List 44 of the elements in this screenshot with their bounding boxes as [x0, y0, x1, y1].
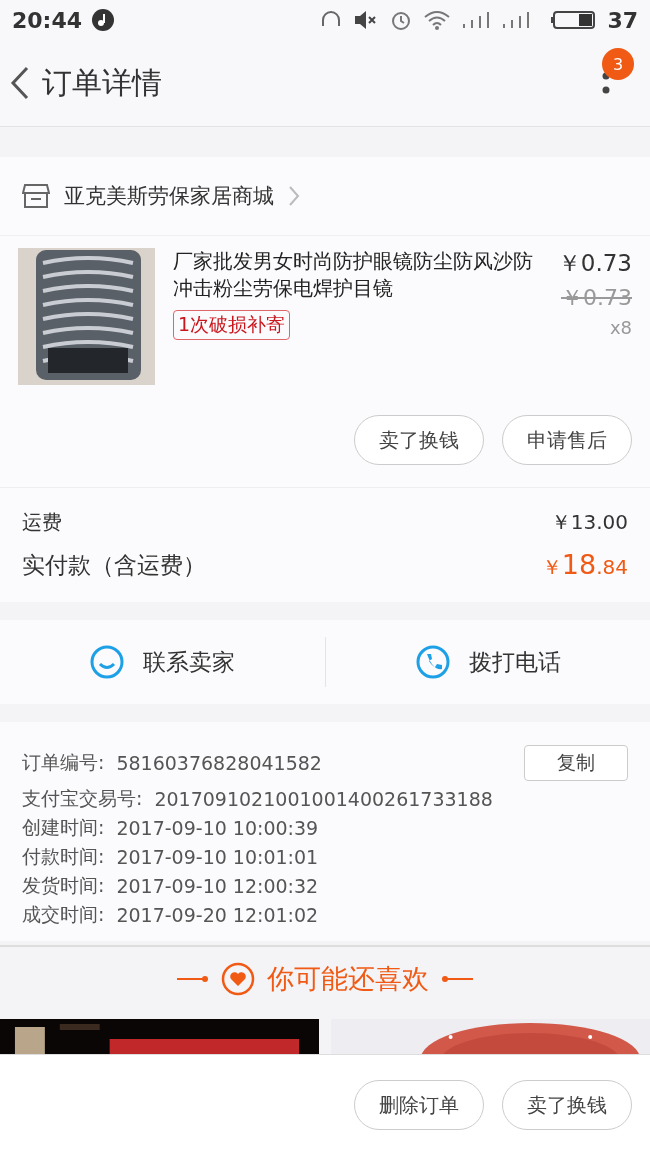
- product-title[interactable]: 厂家批发男女时尚防护眼镜防尘防风沙防冲击粉尘劳保电焊护目镜: [173, 248, 540, 302]
- order-label: 成交时间:: [22, 901, 105, 927]
- order-value: 2017-09-10 10:00:39: [116, 816, 320, 839]
- right-dash-icon: [441, 975, 473, 983]
- notification-badge: 3: [602, 48, 634, 80]
- order-value: 2017-09-20 12:01:02: [116, 903, 320, 926]
- service-tag: 1次破损补寄: [173, 310, 291, 340]
- wifi-icon: [423, 9, 452, 31]
- order-label: 订单编号:: [22, 750, 105, 775]
- order-label: 创建时间:: [22, 814, 105, 840]
- action-button[interactable]: 卖了换钱: [354, 415, 484, 465]
- chevron-right-icon: [288, 185, 300, 207]
- original-price: ￥0.73: [561, 284, 632, 312]
- order-value: 2017091021001001400261733188: [154, 787, 494, 810]
- order-value: 2017-09-10 10:01:01: [116, 845, 320, 868]
- action-button[interactable]: 卖了换钱: [502, 1080, 632, 1130]
- recommend-title: 你可能还喜欢: [267, 962, 429, 996]
- order-value: 2017-09-10 12:00:32: [116, 874, 320, 897]
- quantity: x8: [609, 317, 632, 338]
- total-amount: ￥18.84: [541, 549, 628, 581]
- smiley-icon: [89, 644, 126, 680]
- left-dash-icon: [177, 975, 209, 983]
- order-label: 发货时间:: [22, 872, 105, 898]
- battery-icon: [551, 10, 598, 30]
- notification-icon: [92, 9, 115, 31]
- order-value: 58160376828041582: [116, 752, 323, 774]
- store-icon: [22, 183, 50, 209]
- page-title: 订单详情: [42, 63, 162, 102]
- order-label: 支付宝交易号:: [22, 785, 143, 811]
- product-price: ￥0.73: [557, 249, 632, 278]
- order-label: 付款时间:: [22, 843, 105, 869]
- phone-icon: [414, 644, 451, 680]
- action-button[interactable]: 删除订单: [354, 1080, 484, 1130]
- battery-level: 37: [607, 7, 638, 33]
- contact-label[interactable]: 拨打电话: [468, 646, 561, 678]
- fee-value: ￥13.00: [550, 508, 628, 536]
- action-button[interactable]: 申请售后: [502, 415, 632, 465]
- status-time: 20:44: [12, 7, 83, 33]
- contact-label[interactable]: 联系卖家: [143, 646, 236, 678]
- store-name[interactable]: 亚克美斯劳保家居商城: [64, 182, 274, 210]
- back-icon[interactable]: [10, 66, 30, 100]
- fee-label: 运费: [22, 508, 62, 536]
- copy-button[interactable]: 复制: [524, 745, 628, 781]
- fee-label: 实付款（含运费）: [22, 550, 206, 580]
